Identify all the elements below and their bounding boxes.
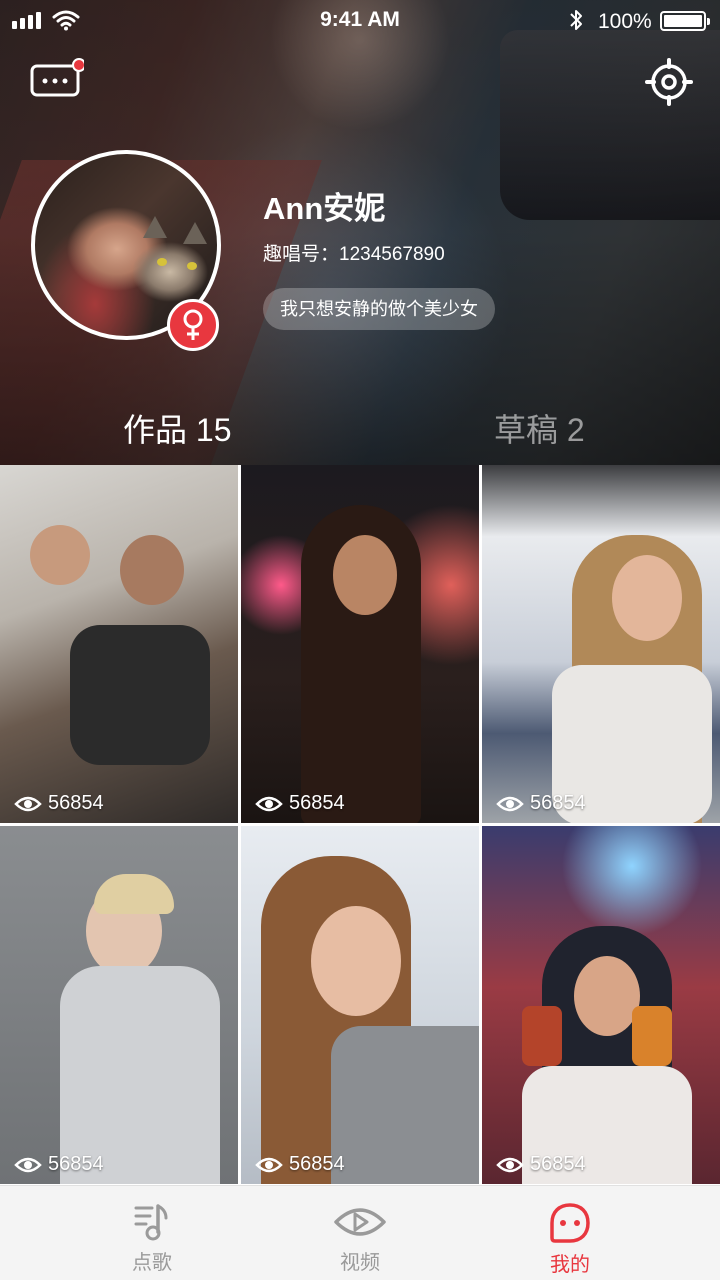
nav-label: 我的 [550,1254,590,1276]
work-thumbnail[interactable]: 56854 [482,465,720,823]
avatar-cat-eye [187,262,197,270]
view-count-value: 56854 [289,1153,345,1175]
tab-works[interactable]: 作品 15 [123,405,232,451]
eye-icon [255,796,283,811]
bottom-nav: 点歌 视频 我的 [0,1185,720,1280]
gear-icon [645,58,693,106]
smile-icon [550,1203,590,1243]
battery-icon [660,11,710,31]
profile-bio: 我只想安静的做个美少女 [263,288,495,330]
nav-item-songs[interactable]: 点歌 [32,1186,272,1280]
works-grid: 56854 56854 56854 56854 56854 56854 [0,465,720,1185]
avatar-cat-ear [143,216,167,238]
view-count: 56854 [496,1153,586,1176]
thumbnail-figure [94,874,174,914]
eye-icon [14,796,42,811]
battery-percent: 100% [598,10,652,33]
thumbnail-figure [30,525,90,585]
thumbnail-figure [120,535,184,605]
thumbnail-figure [70,625,210,765]
view-count: 56854 [496,792,586,815]
eye-icon [14,1157,42,1172]
eye-icon [496,1157,524,1172]
bluetooth-icon [570,10,582,30]
view-count: 56854 [14,1153,104,1176]
view-count: 56854 [14,792,104,815]
eye-icon [255,1157,283,1172]
eye-icon [496,796,524,811]
avatar-cat-eye [157,258,167,266]
view-count-value: 56854 [48,792,104,814]
profile-id: 趣唱号：1234567890 [263,244,445,265]
work-thumbnail[interactable]: 56854 [241,465,479,823]
work-thumbnail[interactable]: 56854 [482,826,720,1184]
nav-label: 视频 [340,1252,380,1274]
nav-item-videos[interactable]: 视频 [240,1186,480,1280]
thumbnail-figure [311,906,401,1016]
profile-name: Ann安妮 [263,191,386,226]
thumbnail-figure [60,966,220,1184]
view-count: 56854 [255,1153,345,1176]
work-thumbnail[interactable]: 56854 [0,465,238,823]
tab-drafts[interactable]: 草稿 2 [494,405,585,451]
view-count: 56854 [255,792,345,815]
thumbnail-figure [612,555,682,641]
nav-label: 点歌 [132,1252,172,1274]
eye-icon [334,1208,386,1236]
gender-female-badge [167,299,219,351]
thumbnail-figure [632,1006,672,1066]
message-icon [30,58,86,97]
view-count-value: 56854 [530,1153,586,1175]
view-count-value: 56854 [530,792,586,814]
thumbnail-figure [331,1026,479,1184]
view-count-value: 56854 [289,792,345,814]
music-note-icon [134,1204,168,1241]
settings-button[interactable] [645,58,693,106]
female-icon [183,309,203,340]
message-button[interactable] [30,58,86,98]
avatar-cat-ear [183,222,207,244]
nav-item-mine[interactable]: 我的 [450,1186,690,1280]
work-thumbnail[interactable]: 56854 [241,826,479,1184]
status-bar: 9:41 AM 100% [0,0,720,40]
work-thumbnail[interactable]: 56854 [0,826,238,1184]
thumbnail-figure [333,535,397,615]
thumbnail-figure [574,956,640,1036]
thumbnail-figure [522,1006,562,1066]
view-count-value: 56854 [48,1153,104,1175]
